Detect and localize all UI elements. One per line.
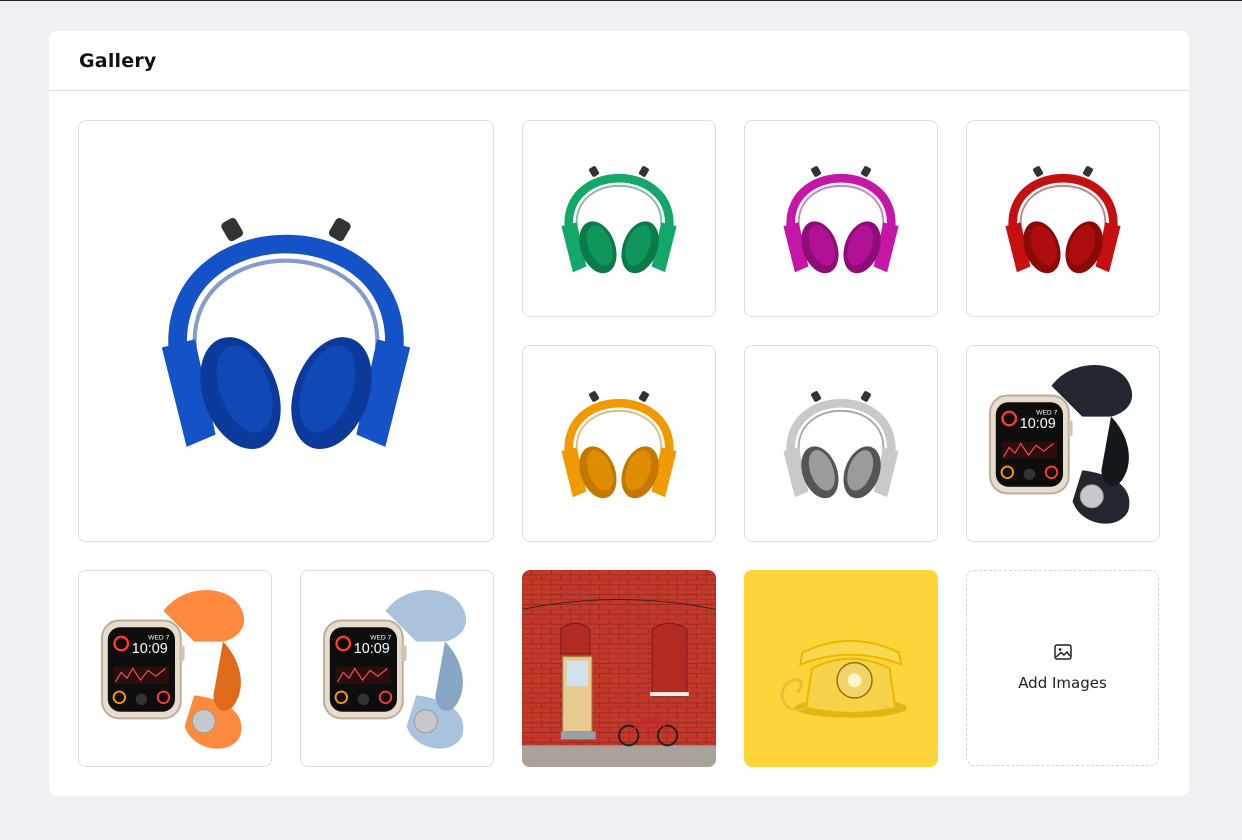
gallery-item-headphones-magenta[interactable]	[744, 120, 938, 317]
smartwatch-image: WED 7 10:09	[989, 365, 1133, 524]
gallery-header: Gallery	[49, 31, 1189, 91]
svg-text:10:09: 10:09	[132, 641, 168, 657]
gallery-item-headphones-blue[interactable]	[78, 120, 494, 542]
gallery-card: Gallery WED 7 10:09 WED 7 10:09 WED 7 10…	[49, 31, 1189, 796]
telephone-image	[744, 570, 938, 767]
image-icon	[1053, 644, 1073, 664]
gallery-item-yellow-telephone[interactable]	[744, 570, 938, 767]
smartwatch-image: WED 7 10:09	[323, 590, 467, 749]
gallery-item-watch-orange[interactable]: WED 7 10:09	[78, 570, 272, 767]
gallery-item-headphones-red[interactable]	[966, 120, 1160, 317]
headphones-image	[783, 391, 899, 499]
gallery-item-headphones-silver[interactable]	[744, 345, 938, 542]
gallery-item-headphones-green[interactable]	[522, 120, 716, 317]
smartwatch-image: WED 7 10:09	[101, 590, 245, 749]
window-top-border	[0, 0, 1242, 1]
headphones-image	[161, 217, 411, 450]
gallery-item-headphones-orange[interactable]	[522, 345, 716, 542]
add-images-label: Add Images	[1018, 674, 1107, 692]
gallery-item-watch-light-blue[interactable]: WED 7 10:09	[300, 570, 494, 767]
svg-text:10:09: 10:09	[1020, 416, 1056, 432]
add-images-button[interactable]: Add Images	[966, 570, 1159, 766]
gallery-title: Gallery	[79, 49, 157, 72]
headphones-image	[783, 166, 899, 274]
headphones-image	[561, 166, 677, 274]
gallery-item-red-brick-wall[interactable]	[522, 570, 716, 767]
brick-wall-image	[522, 570, 716, 767]
headphones-image	[561, 391, 677, 499]
headphones-image	[1005, 166, 1121, 274]
svg-text:10:09: 10:09	[354, 641, 390, 657]
gallery-item-watch-black[interactable]: WED 7 10:09	[966, 345, 1160, 542]
